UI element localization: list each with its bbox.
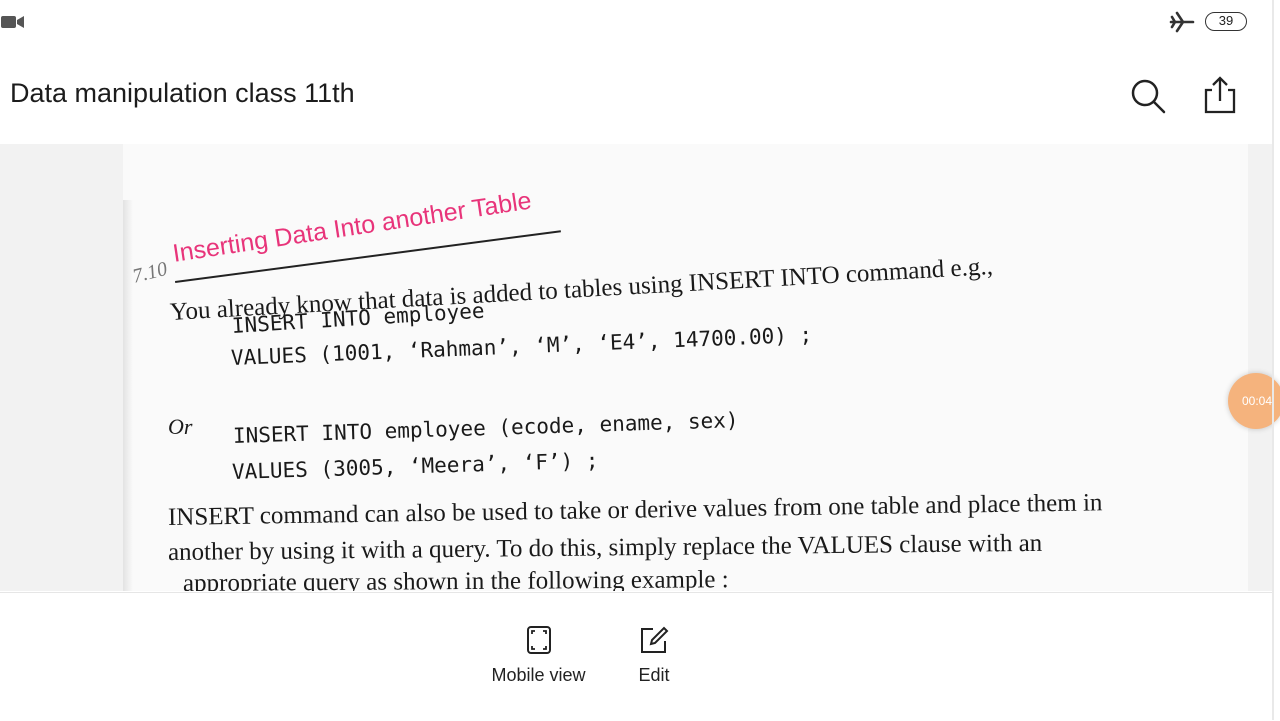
section-number: 7.10 [130,257,170,288]
right-edge-divider [1272,0,1274,720]
airplane-mode-icon [1169,11,1195,33]
paragraph-line: another by using it with a query. To do … [167,529,1043,566]
video-camera-icon [1,16,24,28]
edit-label: Edit [638,665,670,685]
document-viewer[interactable]: 7.10 Inserting Data Into another Table Y… [0,144,1272,591]
paragraph-line: INSERT command can also be used to take … [167,489,1103,531]
document-page: 7.10 Inserting Data Into another Table Y… [123,144,1248,591]
status-bar: 39 [0,0,1280,44]
battery-icon: 39 [1205,12,1247,31]
edit-button[interactable]: Edit [630,625,678,686]
section-heading: Inserting Data Into another Table [170,186,534,268]
code-line: INSERT INTO employee (ecode, ename, sex) [232,408,739,448]
bottom-action-bar: Mobile view Edit [0,592,1272,721]
battery-level: 39 [1218,13,1234,28]
recording-time: 00:04 [1242,394,1273,408]
search-icon[interactable] [1128,76,1168,116]
app-toolbar: Data manipulation class 11th [0,60,1272,132]
edit-icon [641,626,669,653]
share-icon[interactable] [1200,74,1240,116]
page-shadow [123,200,133,591]
or-label: Or [168,414,193,439]
document-title: Data manipulation class 11th [10,78,355,108]
paragraph-line: appropriate query as shown in the follow… [182,566,729,591]
code-line: VALUES (3005, ‘Meera’, ‘F’) ; [231,448,599,484]
mobile-view-button[interactable]: Mobile view [486,625,591,686]
mobile-view-label: Mobile view [491,665,586,685]
mobile-view-icon [526,626,551,654]
